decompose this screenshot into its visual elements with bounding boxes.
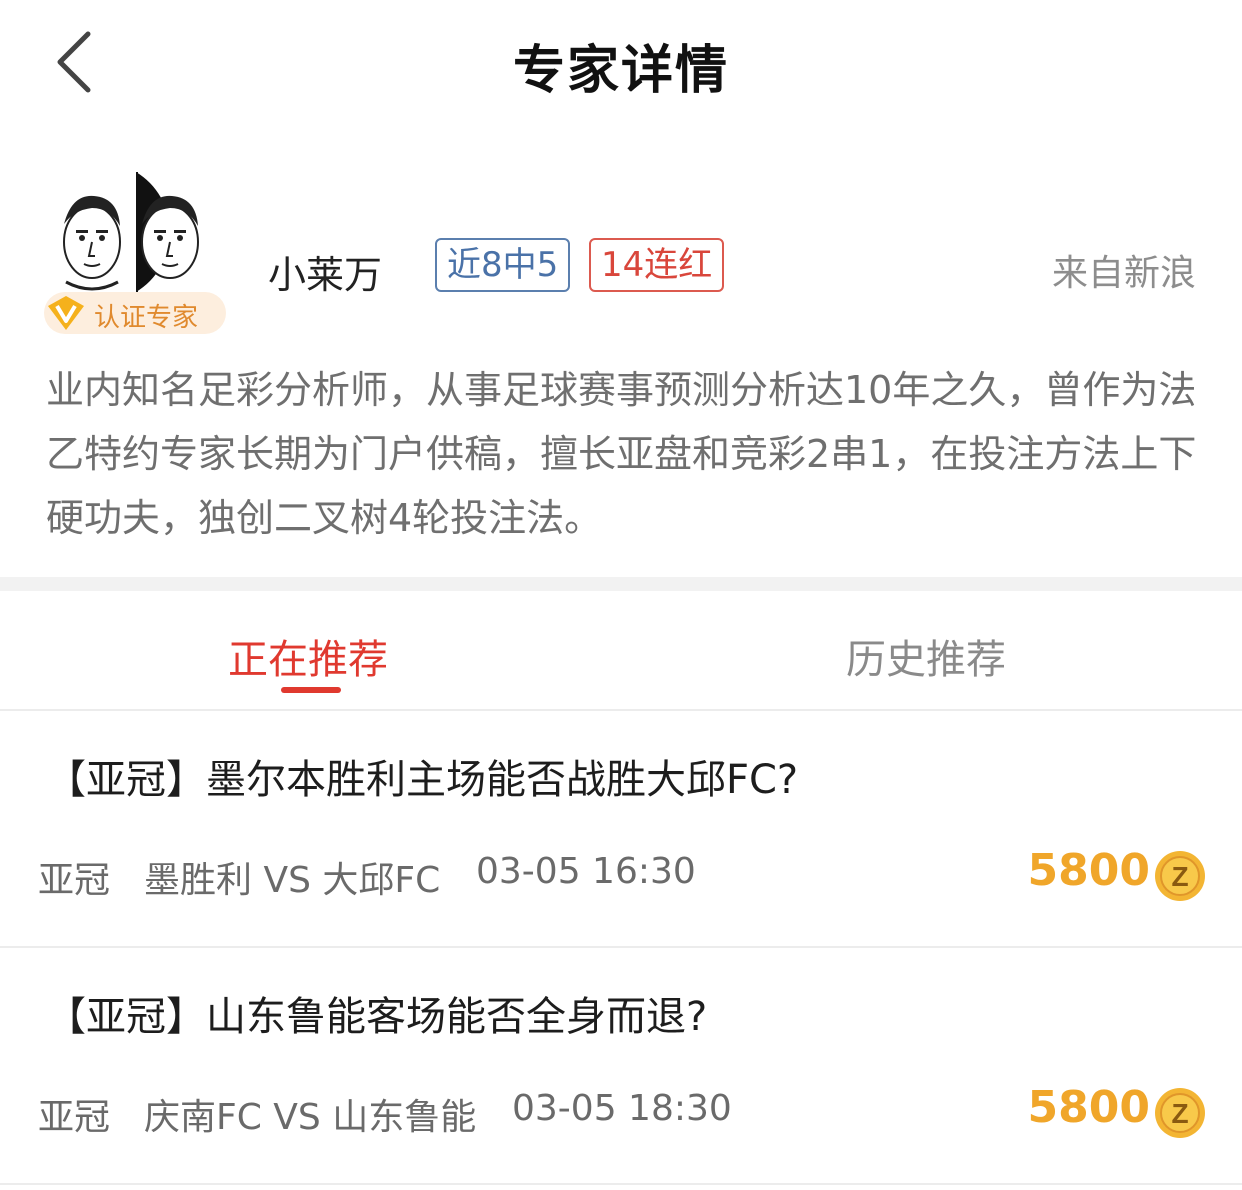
match-time: 03-05 18:30 [512,1088,732,1129]
expert-name: 小莱万 [268,253,383,297]
tab-bar: 正在推荐 历史推荐 [0,591,1242,709]
svg-text:Z: Z [1171,861,1188,892]
league-label: 亚冠 [38,1097,111,1138]
nav-bar: 专家详情 [0,0,1242,125]
source-label: 来自新浪 [1051,253,1196,294]
price-label: 5800 [1027,1082,1150,1133]
expert-bio: 业内知名足彩分析师，从事足球赛事预测分析达10年之久，曾作为法乙特约专家长期为门… [46,368,1197,540]
tab-current[interactable]: 正在推荐 [228,627,388,685]
league-label: 亚冠 [38,860,111,901]
match-time: 03-05 16:30 [476,851,696,892]
record-tag: 近8中5 [435,238,571,292]
price-label: 5800 [1027,845,1150,896]
match-label: 墨胜利 VS 大邱FC [144,860,441,901]
match-label: 庆南FC VS 山东鲁能 [144,1097,477,1138]
expert-profile: 认证专家 小莱万 近8中5 14连红 来自新浪 [0,160,1242,340]
recommendation-title: 【亚冠】山东鲁能客场能否全身而退? [46,994,708,1040]
active-tab-indicator [281,687,341,693]
v-verified-icon [48,296,84,330]
verified-badge-label: 认证专家 [94,303,199,333]
section-divider [0,577,1242,591]
tab-history[interactable]: 历史推荐 [846,627,1006,685]
svg-text:Z: Z [1171,1098,1188,1129]
verified-badge: 认证专家 [44,292,226,334]
page-title: 专家详情 [512,41,729,101]
list-item[interactable]: 【亚冠】山东鲁能客场能否全身而退? 亚冠 庆南FC VS 山东鲁能 03-05 … [0,948,1242,1184]
list-item[interactable]: 【亚冠】墨尔本胜利主场能否战胜大邱FC? 亚冠 墨胜利 VS 大邱FC 03-0… [0,711,1242,947]
avatar-image [63,172,199,292]
recommendation-title: 【亚冠】墨尔本胜利主场能否战胜大邱FC? [46,757,799,803]
avatar[interactable] [52,172,212,292]
coin-icon: Z [1155,851,1205,901]
streak-tag: 14连红 [589,238,725,292]
divider [0,1183,1242,1185]
coin-icon: Z [1155,1088,1205,1138]
